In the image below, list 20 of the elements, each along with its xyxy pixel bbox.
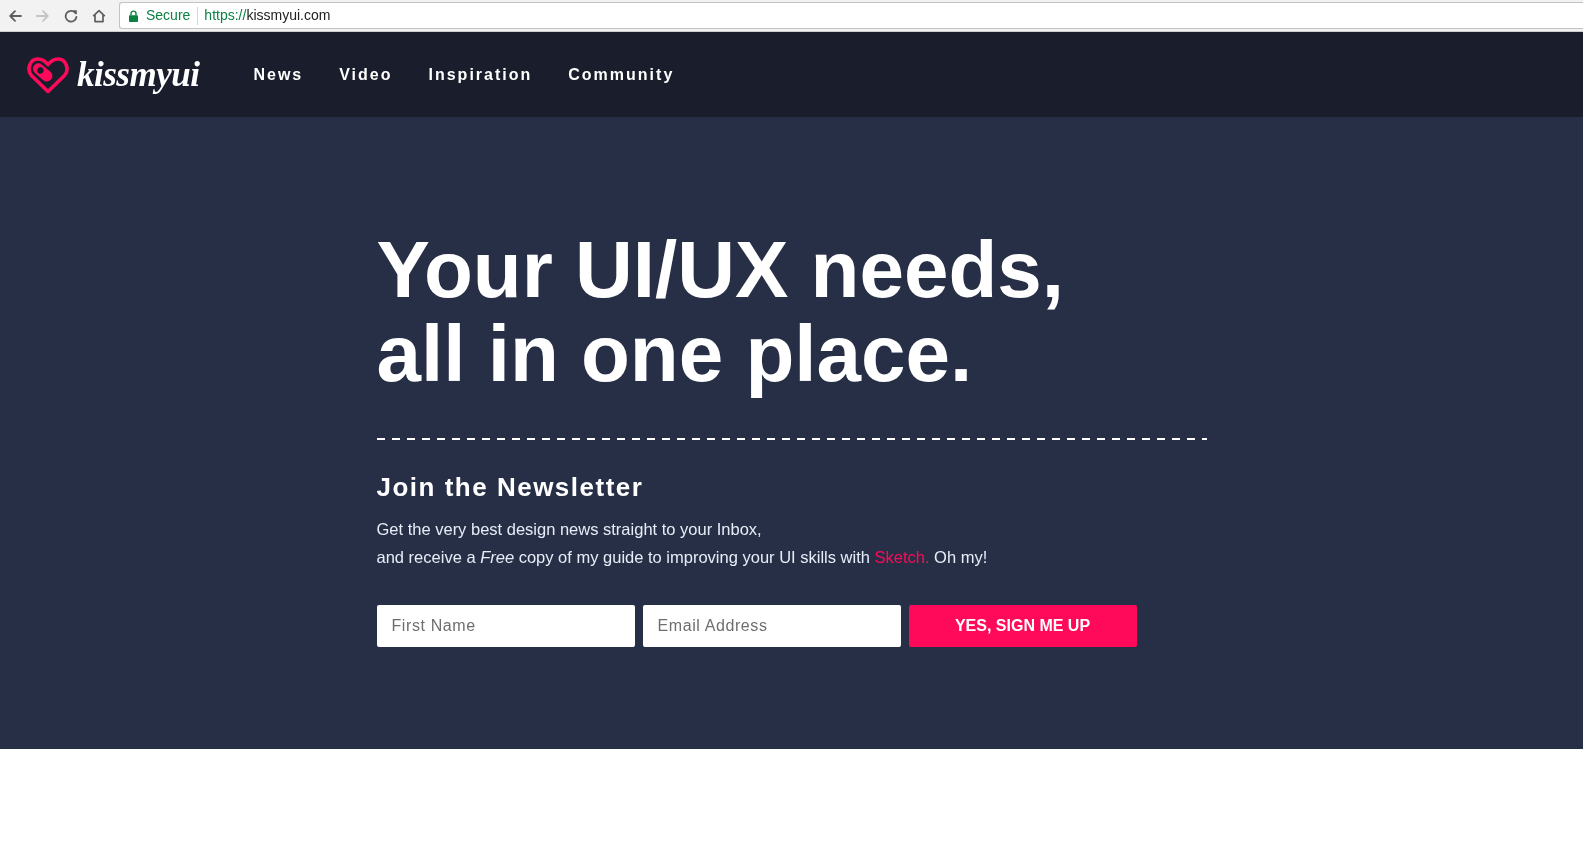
input-field[interactable]: Email Address [642,605,901,647]
address-bar[interactable]: Secure https://kissmyui.com [119,2,1583,29]
nav-link[interactable]: News [253,62,304,87]
newsletter-title: Join the Newsletter [376,471,645,503]
nav-link[interactable]: Community [568,62,675,87]
lock-icon [129,9,138,22]
heart-logo-icon[interactable] [27,55,69,94]
forward-arrow-icon [36,8,50,23]
nav-link[interactable]: Video [339,62,393,87]
input-field[interactable]: First Name [376,605,635,647]
newsletter-description: Get the very best design news straight to your Inbox, and receive a Free copy of my guide to improving your UI skills with Sketch. Oh my! [376,519,989,568]
nav-link[interactable]: Inspiration [428,62,533,87]
back-arrow-icon [8,8,22,23]
home-icon [92,8,106,23]
url-text: https://kissmyui.com [204,6,331,25]
security-label: Secure [146,6,191,25]
logo-text[interactable]: kissmyui [77,53,200,96]
reload-icon [64,8,78,23]
sign-up-button[interactable]: YES, SIGN ME UP [908,605,1137,647]
hero-headline: Your UI/UX needs, all in one place. [376,228,1066,396]
